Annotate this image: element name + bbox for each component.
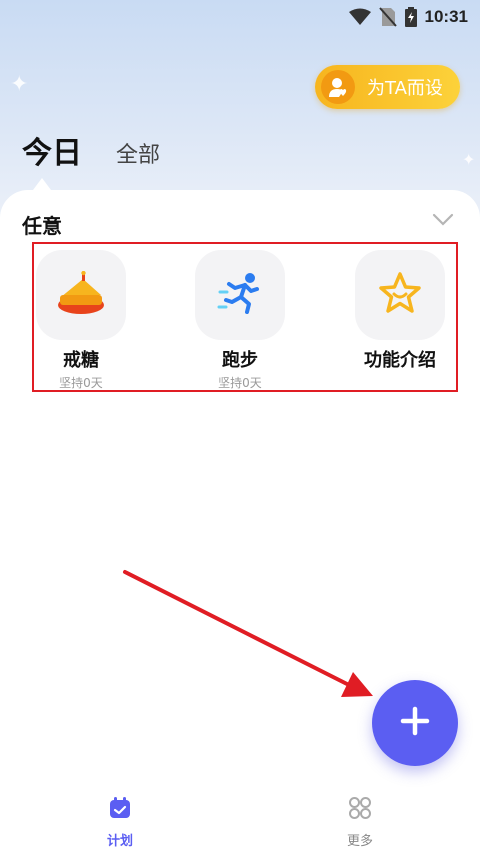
section-title: 任意	[22, 214, 62, 238]
chevron-down-icon[interactable]	[432, 212, 454, 231]
bottom-nav: 计划 更多	[0, 790, 480, 853]
plan-name: 功能介绍	[364, 350, 436, 371]
plan-item-feature-intro[interactable]: 功能介绍	[340, 250, 460, 372]
plan-name: 跑步	[222, 350, 258, 371]
plan-streak: 坚持0天	[218, 376, 262, 390]
annotation-arrow	[123, 570, 373, 697]
grid-icon	[348, 796, 372, 824]
nav-item-plan[interactable]: 计划	[0, 790, 240, 853]
no-sim-icon	[378, 7, 397, 27]
sparkle-decoration: ✦	[10, 72, 29, 97]
plan-tile	[195, 250, 285, 340]
sparkle-decoration: ✦	[462, 150, 476, 169]
running-icon	[217, 270, 263, 320]
tab-bar: 今日 全部	[22, 128, 160, 172]
nav-label: 更多	[346, 834, 373, 849]
plan-tile	[36, 250, 126, 340]
plus-icon	[400, 706, 430, 740]
person-heart-icon	[321, 70, 355, 104]
smiley-star-icon	[378, 271, 422, 319]
tab-today[interactable]: 今日	[22, 128, 82, 172]
cake-icon	[55, 270, 107, 319]
status-bar: 10:31	[0, 0, 480, 34]
for-ta-label: 为TA而设	[367, 78, 443, 99]
plan-name: 戒糖	[63, 350, 99, 371]
tab-all[interactable]: 全部	[116, 137, 160, 172]
calendar-icon	[108, 796, 132, 824]
nav-label: 计划	[106, 834, 133, 849]
nav-item-more[interactable]: 更多	[240, 790, 480, 853]
plan-item-running[interactable]: 跑步 坚持0天	[180, 250, 300, 391]
plan-streak: 坚持0天	[59, 376, 103, 390]
plan-tile	[355, 250, 445, 340]
plan-item-quit-sugar[interactable]: 戒糖 坚持0天	[21, 250, 141, 391]
for-ta-button[interactable]: 为TA而设	[315, 65, 460, 109]
battery-charging-icon	[404, 7, 417, 27]
add-plan-button[interactable]	[372, 680, 458, 766]
wifi-icon	[348, 8, 371, 26]
status-time: 10:31	[424, 7, 468, 26]
